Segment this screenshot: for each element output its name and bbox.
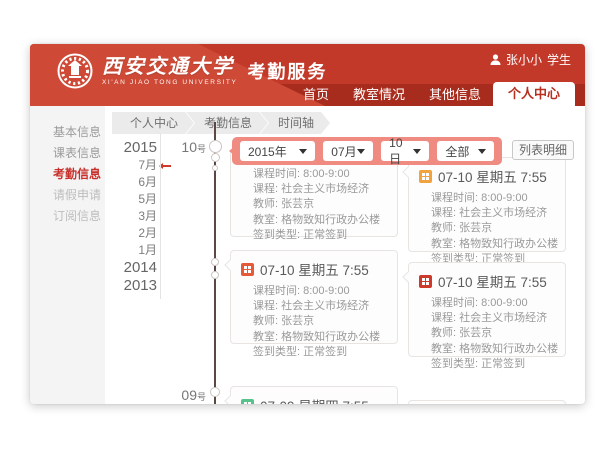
university-seal-icon (56, 52, 94, 90)
course-time: 课程时间: 8:00-9:00 (431, 191, 555, 206)
card-date-title: 07-10 星期五 7:55 (438, 166, 547, 186)
type-dropdown[interactable]: 全部 (437, 141, 494, 161)
timeline-node (211, 271, 219, 279)
card-pointer (224, 259, 235, 270)
attendance-card (408, 400, 566, 404)
sidebar-item-schedule-info[interactable]: 课表信息 (30, 143, 105, 164)
app-title: 考勤服务 (247, 58, 327, 84)
timeline-node-medium (211, 153, 220, 162)
sidebar-item-attendance-info[interactable]: 考勤信息 (30, 164, 105, 185)
university-name-cn: 西安交通大学 (102, 56, 237, 78)
caret-down-icon (357, 149, 365, 158)
attendance-card: 07-10 星期五 7:55 课程时间: 8:00-9:00 课程: 社会主义市… (230, 250, 398, 344)
breadcrumb-attendance-info[interactable]: 考勤信息 (186, 112, 268, 134)
course-time: 课程时间: 8:00-9:00 (253, 167, 387, 182)
course-name: 课程: 社会主义市场经济 (431, 206, 555, 221)
teacher-name: 教师: 张芸京 (431, 326, 555, 341)
calendar-icon (241, 399, 254, 405)
card-pointer (402, 271, 413, 282)
card-date-title: 07-09 星期四 7:55 (260, 395, 369, 404)
nav-item-classrooms[interactable]: 教室情况 (341, 84, 417, 106)
course-name: 课程: 社会主义市场经济 (431, 311, 555, 326)
list-detail-button[interactable]: 列表明细 (512, 140, 574, 160)
timeline-year-2014[interactable]: 2014 (100, 259, 157, 277)
timeline-month-jan[interactable]: 1月 (100, 242, 157, 259)
university-name: 西安交通大学 XI'AN JIAO TONG UNIVERSITY (102, 56, 237, 87)
user-role: 学生 (547, 51, 571, 68)
signin-type: 签到类型: 正常签到 (253, 228, 387, 243)
month-dropdown[interactable]: 07月 (323, 141, 373, 161)
breadcrumb-personal-center[interactable]: 个人中心 (112, 112, 194, 134)
card-date-title: 07-10 星期五 7:55 (260, 259, 369, 279)
classroom: 教室: 格物致知行政办公楼 (253, 330, 387, 345)
person-icon (490, 54, 501, 66)
card-date-title: 07-10 星期五 7:55 (438, 271, 547, 291)
attendance-card: 07-10 星期五 7:55 课程时间: 8:00-9:00 课程: 社会主义市… (408, 262, 566, 357)
user-name: 张小小 (506, 51, 542, 68)
app-window: 西安交通大学 XI'AN JIAO TONG UNIVERSITY 考勤服务 张… (30, 44, 585, 404)
day-dropdown[interactable]: 10日 (381, 141, 429, 161)
filter-bar: 2015年 07月 10日 全部 (232, 137, 502, 165)
university-name-en: XI'AN JIAO TONG UNIVERSITY (102, 78, 237, 87)
signin-type: 签到类型: 正常签到 (431, 357, 555, 372)
sidebar-item-basic-info[interactable]: 基本信息 (30, 122, 105, 143)
signin-type: 签到类型: 正常签到 (253, 345, 387, 360)
current-month-marker (160, 165, 171, 167)
classroom: 教室: 格物致知行政办公楼 (253, 213, 387, 228)
nav-item-home[interactable]: 首页 (291, 84, 341, 106)
course-time: 课程时间: 8:00-9:00 (253, 284, 387, 299)
nav-tab-personal-center[interactable]: 个人中心 (493, 82, 575, 106)
breadcrumb: 个人中心 考勤信息 时间轴 (112, 112, 330, 134)
timeline-month-feb[interactable]: 2月 (100, 225, 157, 242)
day-label-10: 10号 (166, 139, 206, 157)
timeline-month-may[interactable]: 5月 (100, 191, 157, 208)
caret-down-icon (299, 149, 307, 158)
timeline-month-jun[interactable]: 6月 (100, 174, 157, 191)
timeline-node-small (212, 165, 218, 171)
university-logo: 西安交通大学 XI'AN JIAO TONG UNIVERSITY 考勤服务 (56, 52, 327, 90)
sidebar-item-subscription-info[interactable]: 订阅信息 (30, 206, 105, 227)
year-list-divider (160, 134, 161, 299)
caret-down-icon (413, 149, 421, 158)
timeline-node-large (209, 140, 222, 153)
main-nav: 首页 教室情况 其他信息 个人中心 (291, 82, 575, 106)
timeline-month-mar[interactable]: 3月 (100, 208, 157, 225)
card-pointer (402, 166, 413, 177)
timeline-year-2013[interactable]: 2013 (100, 277, 157, 295)
calendar-icon (241, 263, 254, 276)
course-time: 课程时间: 8:00-9:00 (431, 296, 555, 311)
nav-item-other-info[interactable]: 其他信息 (417, 84, 493, 106)
teacher-name: 教师: 张芸京 (253, 314, 387, 329)
breadcrumb-timeline[interactable]: 时间轴 (260, 112, 330, 134)
timeline-year-2015[interactable]: 2015 (100, 139, 157, 157)
teacher-name: 教师: 张芸京 (431, 221, 555, 236)
calendar-icon (419, 170, 432, 183)
attendance-card: 07-10 星期五 7:55 课程时间: 8:00-9:00 课程: 社会主义市… (408, 157, 566, 252)
timeline-year-list: 2015 7月 6月 5月 3月 2月 1月 2014 2013 (100, 139, 157, 295)
course-name: 课程: 社会主义市场经济 (253, 182, 387, 197)
teacher-name: 教师: 张芸京 (253, 197, 387, 212)
calendar-icon (419, 275, 432, 288)
timeline-node (211, 258, 219, 266)
timeline-month-jul[interactable]: 7月 (100, 157, 157, 174)
caret-down-icon (478, 149, 486, 158)
app-header: 西安交通大学 XI'AN JIAO TONG UNIVERSITY 考勤服务 张… (30, 44, 585, 106)
course-name: 课程: 社会主义市场经济 (253, 299, 387, 314)
attendance-card: 07-09 星期四 7:55 (230, 386, 398, 404)
user-info[interactable]: 张小小 学生 (490, 51, 571, 68)
day-label-09: 09号 (166, 387, 206, 404)
year-dropdown[interactable]: 2015年 (240, 141, 315, 161)
classroom: 教室: 格物致知行政办公楼 (431, 237, 555, 252)
card-pointer (224, 395, 235, 404)
timeline-node (210, 387, 220, 397)
content-area: 基本信息 课表信息 考勤信息 请假申请 订阅信息 个人中心 考勤信息 时间轴 2… (30, 106, 585, 404)
sidebar: 基本信息 课表信息 考勤信息 请假申请 订阅信息 (30, 106, 105, 404)
sidebar-item-leave-request[interactable]: 请假申请 (30, 185, 105, 206)
classroom: 教室: 格物致知行政办公楼 (431, 342, 555, 357)
